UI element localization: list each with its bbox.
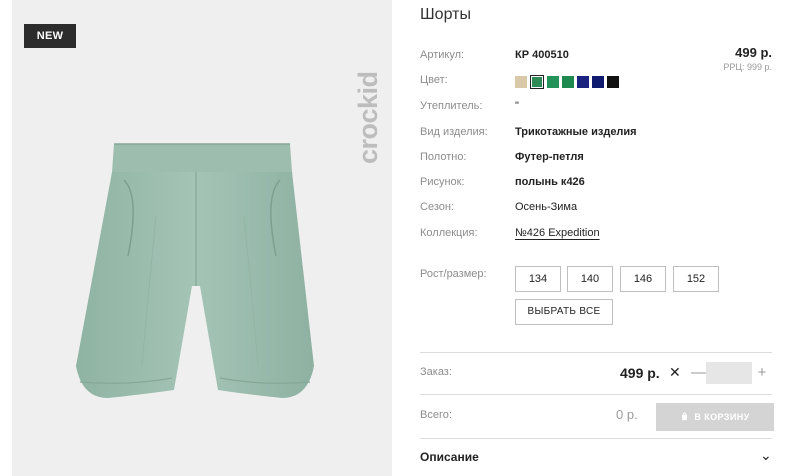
spec-label: Артикул: bbox=[420, 49, 465, 61]
new-badge: NEW bbox=[24, 24, 76, 48]
spec-value: КР 400510 bbox=[515, 49, 569, 61]
color-swatch-navy[interactable] bbox=[577, 76, 589, 88]
product-title: Шорты bbox=[420, 6, 471, 23]
spec-label: Цвет: bbox=[420, 74, 448, 86]
order-unit-price: 499 р. bbox=[620, 365, 660, 381]
spec-value: Трикотажные изделия bbox=[515, 126, 637, 138]
select-all-sizes-button[interactable]: ВЫБРАТЬ ВСЕ bbox=[515, 299, 613, 325]
chevron-down-icon[interactable]: ⌄ bbox=[760, 447, 772, 464]
spec-label: Вид изделия: bbox=[420, 126, 488, 138]
size-option-140[interactable]: 140 bbox=[567, 266, 613, 292]
product-image: NEW crockid bbox=[12, 0, 392, 476]
total-value: 0 р. bbox=[616, 407, 638, 422]
color-swatch-beige[interactable] bbox=[515, 76, 527, 88]
spec-label: Сезон: bbox=[420, 201, 454, 213]
spec-value: " bbox=[515, 100, 519, 112]
collection-link[interactable]: №426 Expedition bbox=[515, 225, 600, 241]
quantity-input[interactable] bbox=[706, 362, 752, 384]
quantity-decrease-button[interactable]: — bbox=[691, 364, 706, 381]
add-to-cart-label: В КОРЗИНУ bbox=[694, 412, 750, 422]
shorts-photo bbox=[76, 143, 314, 398]
color-swatch-dark-navy[interactable] bbox=[592, 76, 604, 88]
order-label: Заказ: bbox=[420, 366, 452, 378]
description-toggle[interactable]: Описание bbox=[420, 450, 479, 464]
size-label: Рост/размер: bbox=[420, 268, 487, 280]
total-label: Всего: bbox=[420, 409, 452, 421]
divider bbox=[420, 394, 772, 395]
size-option-134[interactable]: 134 bbox=[515, 266, 561, 292]
spec-label: Полотно: bbox=[420, 151, 467, 163]
size-option-152[interactable]: 152 bbox=[673, 266, 719, 292]
spec-value: Футер-петля bbox=[515, 151, 584, 163]
quantity-increase-button[interactable]: + bbox=[755, 364, 769, 381]
divider bbox=[420, 438, 772, 439]
spec-value: Осень-Зима bbox=[515, 201, 578, 213]
times-icon: ✕ bbox=[669, 364, 681, 380]
spec-label: Утеплитель: bbox=[420, 100, 483, 112]
color-swatch-black[interactable] bbox=[607, 76, 619, 88]
product-details: Шорты 499 р. РРЦ: 999 р. Артикул: КР 400… bbox=[420, 0, 776, 476]
color-swatch-green-selected[interactable] bbox=[530, 75, 544, 89]
recommended-price: РРЦ: 999 р. bbox=[723, 62, 772, 72]
color-swatch-emerald[interactable] bbox=[562, 76, 574, 88]
brand-logo: crockid bbox=[352, 14, 384, 164]
product-price: 499 р. bbox=[735, 45, 772, 60]
cart-icon bbox=[682, 412, 688, 421]
size-option-146[interactable]: 146 bbox=[620, 266, 666, 292]
brand-logo-text: crockid bbox=[353, 71, 383, 164]
spec-value: полынь к426 bbox=[515, 176, 585, 188]
divider bbox=[420, 352, 772, 353]
color-swatches bbox=[515, 75, 619, 89]
add-to-cart-button[interactable]: В КОРЗИНУ bbox=[656, 403, 774, 431]
spec-label: Коллекция: bbox=[420, 227, 478, 239]
color-swatch-green[interactable] bbox=[547, 76, 559, 88]
spec-label: Рисунок: bbox=[420, 176, 465, 188]
